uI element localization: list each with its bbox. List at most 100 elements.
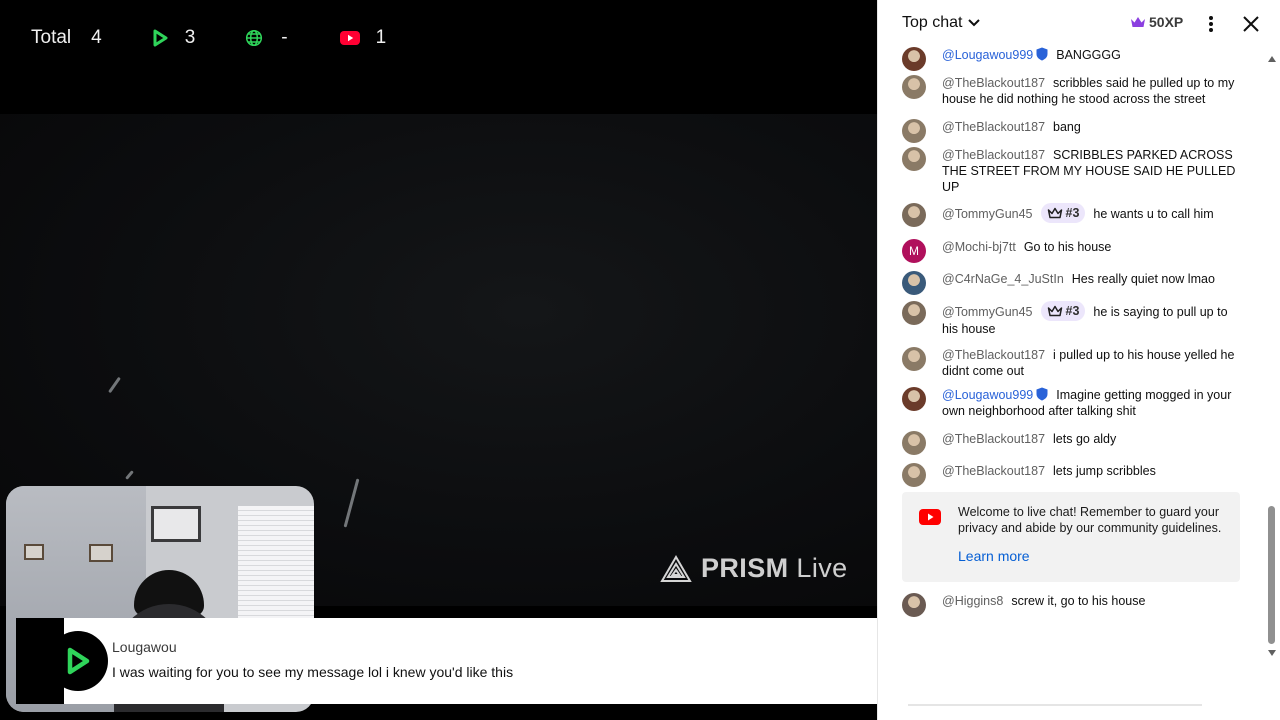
youtube-icon [339, 31, 360, 45]
youtube-stat: 1 [339, 27, 387, 49]
avatar[interactable] [902, 463, 926, 487]
avatar[interactable] [902, 203, 926, 227]
scroll-down-arrow[interactable] [1268, 650, 1276, 656]
message-text: Go to his house [1023, 240, 1112, 254]
avatar[interactable] [902, 75, 926, 99]
message-author[interactable]: @TommyGun45 [942, 207, 1033, 221]
chat-message: @TheBlackout187 SCRIBBLES PARKED ACROSS T… [902, 147, 1242, 195]
webcam-picture-frame [24, 544, 44, 560]
avatar[interactable] [902, 431, 926, 455]
chat-message: @TommyGun45 #3 he wants u to call him [902, 203, 1242, 227]
xp-badge[interactable]: 50XP [1130, 14, 1183, 30]
message-author[interactable]: @TheBlackout187 [942, 432, 1045, 446]
message-author[interactable]: @TheBlackout187 [942, 120, 1045, 134]
message-text: lets jump scribbles [1053, 464, 1156, 478]
prism-live-watermark: PRISM Live [660, 553, 848, 584]
message-author[interactable]: @TheBlackout187 [942, 464, 1045, 478]
message-author[interactable]: @Lougawou999 [942, 48, 1033, 62]
message-text: Hes really quiet now lmao [1071, 272, 1215, 286]
avatar[interactable]: M [902, 239, 926, 263]
chat-scrollbar[interactable] [1266, 48, 1278, 660]
globe-stat: - [245, 27, 288, 49]
youtube-count: 1 [375, 27, 387, 48]
chat-message: @TheBlackout187 scribbles said he pulled … [902, 75, 1242, 107]
avatar[interactable] [902, 387, 926, 411]
webcam-window-blinds [238, 506, 314, 621]
alert-author: Lougawou [112, 639, 177, 655]
chat-message: @TommyGun45 #3 he is saying to pull up to … [902, 301, 1242, 337]
chat-mode-label: Top chat [902, 14, 963, 31]
chat-message: @TheBlackout187 lets go aldy [902, 431, 1242, 455]
alert-play-badge [48, 631, 108, 691]
avatar-letter: M [909, 244, 919, 258]
globe-icon [246, 29, 263, 47]
close-icon[interactable] [1242, 15, 1260, 33]
chat-message: @TheBlackout187 lets jump scribbles [902, 463, 1242, 487]
verified-shield-icon [1036, 47, 1048, 61]
light-streak [125, 470, 134, 480]
chat-message: @Lougawou999 BANGGGG [902, 47, 1242, 71]
youtube-icon [919, 509, 941, 525]
badge-label: #3 [1065, 206, 1080, 220]
total-label: Total [31, 27, 72, 48]
welcome-notice: Welcome to live chat! Remember to guard … [902, 492, 1240, 582]
watermark-suffix: Live [796, 553, 848, 583]
light-streak [108, 376, 121, 394]
welcome-text: Welcome to live chat! Remember to guard … [958, 505, 1222, 535]
avatar[interactable] [902, 271, 926, 295]
chat-input-area[interactable] [908, 704, 1202, 706]
avatar[interactable] [902, 593, 926, 617]
light-streak [343, 478, 360, 528]
message-text: BANGGGG [1056, 48, 1121, 62]
member-rank-badge: #3 [1040, 301, 1086, 321]
more-vert-icon [1209, 16, 1213, 32]
member-rank-badge: #3 [1040, 203, 1086, 223]
globe-count: - [281, 27, 288, 48]
message-author[interactable]: @TheBlackout187 [942, 76, 1045, 90]
message-author[interactable]: @TheBlackout187 [942, 148, 1045, 162]
avatar[interactable] [902, 301, 926, 325]
learn-more-link[interactable]: Learn more [958, 548, 1030, 564]
chat-message-list: @Lougawou999 BANGGGG @TheBlackout187 scribb… [878, 40, 1270, 660]
play-icon [153, 29, 168, 47]
chat-message: @TheBlackout187 i pulled up to his house … [902, 347, 1242, 379]
chevron-down-icon [968, 19, 981, 27]
scroll-up-arrow[interactable] [1268, 56, 1276, 62]
alert-message: I was waiting for you to see my message … [112, 664, 514, 680]
more-options-button[interactable] [1204, 13, 1218, 35]
chat-mode-dropdown[interactable]: Top chat [902, 14, 981, 32]
chat-message: M @Mochi-bj7tt Go to his house [902, 239, 1242, 263]
message-text: screw it, go to his house [1011, 594, 1146, 608]
stream-area: Total 4 3 - 1 PRISM Live Lougawou I was … [0, 0, 877, 720]
message-text: lets go aldy [1053, 432, 1117, 446]
total-count: 4 [91, 27, 102, 48]
avatar[interactable] [902, 147, 926, 171]
verified-shield-icon [1036, 387, 1048, 401]
viewer-stats: Total 4 3 - 1 [31, 26, 386, 50]
webcam-picture-frame [151, 506, 201, 542]
play-count: 3 [184, 27, 196, 48]
avatar[interactable] [902, 347, 926, 371]
avatar[interactable] [902, 47, 926, 71]
crown-icon [1131, 17, 1145, 27]
xp-label: 50XP [1149, 14, 1184, 30]
message-author[interactable]: @TommyGun45 [942, 305, 1033, 319]
message-author[interactable]: @TheBlackout187 [942, 348, 1045, 362]
message-author[interactable]: @C4rNaGe_4_JuStIn [942, 272, 1064, 286]
chat-message: @C4rNaGe_4_JuStIn Hes really quiet now lm… [902, 271, 1242, 295]
chat-message: @Higgins8 screw it, go to his house [902, 593, 1242, 617]
message-author[interactable]: @Lougawou999 [942, 388, 1033, 402]
avatar[interactable] [902, 119, 926, 143]
play-stat: 3 [152, 27, 196, 49]
message-author[interactable]: @Mochi-bj7tt [942, 240, 1016, 254]
message-text: he wants u to call him [1093, 207, 1214, 221]
message-author[interactable]: @Higgins8 [942, 594, 1003, 608]
chat-message: @Lougawou999 Imagine getting mogged in yo… [902, 387, 1242, 419]
crown-outline-icon [1047, 305, 1062, 317]
message-alert-banner: Lougawou I was waiting for you to see my… [16, 618, 877, 704]
live-chat-panel: Top chat 50XP @Lougawou999 BANGGGG @TheBla… [877, 0, 1280, 720]
prism-logo-icon [660, 554, 692, 582]
play-icon [67, 647, 90, 675]
watermark-brand: PRISM [701, 553, 789, 583]
scroll-thumb[interactable] [1268, 506, 1275, 644]
